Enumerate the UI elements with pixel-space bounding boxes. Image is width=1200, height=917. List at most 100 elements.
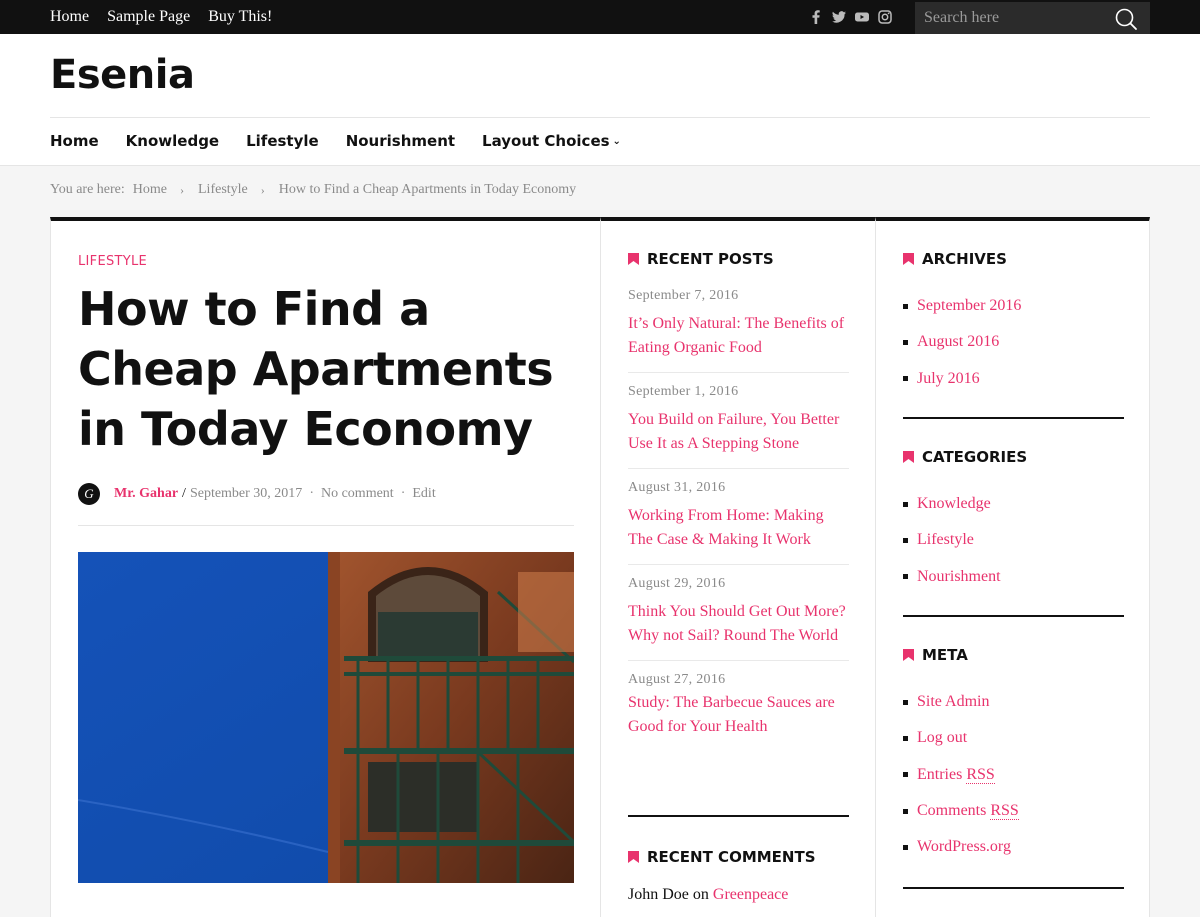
rss-abbr: RSS [990, 802, 1019, 821]
sidebar-recent: RECENT POSTS September 7, 2016 It’s Only… [600, 217, 875, 917]
list-item: Nourishment [903, 559, 1124, 595]
nav-layout-choices-label: Layout Choices [482, 132, 610, 150]
list-item: September 7, 2016 It’s Only Natural: The… [628, 288, 849, 373]
post-author[interactable]: Mr. Gahar [114, 486, 178, 502]
logout-link[interactable]: Log out [917, 729, 967, 747]
recent-post-link[interactable]: You Build on Failure, You Better Use It … [628, 408, 849, 456]
bullet-icon [903, 376, 908, 382]
bullet-icon [903, 501, 908, 507]
breadcrumb-separator-icon: › [260, 182, 265, 197]
list-item: Comments RSS [903, 793, 1124, 829]
list-item: July 2016 [903, 361, 1124, 397]
list-item: September 1, 2016 You Build on Failure, … [628, 384, 849, 469]
widget-divider [903, 887, 1124, 889]
recent-comment-item: John Doe on Greenpeace [628, 886, 849, 904]
breadcrumb-prefix: You are here: [50, 182, 125, 197]
archive-link[interactable]: July 2016 [917, 370, 980, 388]
post-comments-link[interactable]: No comment [321, 486, 394, 502]
nav-layout-choices[interactable]: Layout Choices ⌄ [482, 132, 621, 150]
comments-rss-link[interactable]: Comments RSS [917, 802, 1019, 821]
search-box [915, 2, 1150, 34]
category-link[interactable]: Lifestyle [917, 531, 974, 549]
top-link-buy-this[interactable]: Buy This! [208, 8, 272, 26]
bullet-icon [903, 303, 908, 309]
nav-lifestyle[interactable]: Lifestyle [246, 132, 319, 150]
main-nav: Home Knowledge Lifestyle Nourishment Lay… [50, 132, 648, 150]
search-input[interactable] [915, 2, 1110, 34]
bullet-icon [903, 339, 908, 345]
rss-abbr: RSS [966, 765, 995, 784]
recent-posts-title-label: RECENT POSTS [647, 250, 774, 268]
article-panel: LIFESTYLE How to Find a Cheap Apartments… [50, 217, 600, 917]
bullet-icon [903, 844, 908, 850]
recent-post-link[interactable]: Working From Home: Making The Case & Mak… [628, 504, 849, 552]
recent-post-link[interactable]: It’s Only Natural: The Benefits of Eatin… [628, 312, 849, 360]
bullet-icon [903, 699, 908, 705]
header-divider [50, 117, 1150, 118]
entries-rss-link[interactable]: Entries RSS [917, 765, 995, 784]
list-item: WordPress.org [903, 829, 1124, 865]
breadcrumb: You are here: Home › Lifestyle › How to … [50, 182, 584, 198]
categories-title: CATEGORIES [903, 448, 1124, 466]
bookmark-icon [903, 451, 914, 463]
top-bar: Home Sample Page Buy This! [0, 0, 1200, 34]
recent-post-date: August 29, 2016 [628, 576, 726, 591]
meta-slash: / [182, 486, 186, 501]
category-link[interactable]: Nourishment [917, 568, 1001, 586]
top-link-sample-page[interactable]: Sample Page [107, 8, 190, 26]
recent-post-link[interactable]: Study: The Barbecue Sauces are Good for … [628, 691, 849, 739]
comment-on: on [692, 886, 709, 903]
recent-post-link[interactable]: Think You Should Get Out More? Why not S… [628, 600, 849, 648]
meta-dot: · [309, 486, 314, 501]
avatar[interactable]: G [78, 483, 100, 505]
recent-comments-widget: RECENT COMMENTS John Doe on Greenpeace [628, 848, 849, 904]
featured-image [78, 552, 574, 883]
twitter-icon[interactable] [831, 9, 847, 25]
breadcrumb-home[interactable]: Home [133, 182, 167, 198]
list-item: Knowledge [903, 486, 1124, 522]
bullet-icon [903, 537, 908, 543]
wordpress-link[interactable]: WordPress.org [917, 838, 1011, 856]
category-link[interactable]: Knowledge [917, 495, 991, 513]
bullet-icon [903, 574, 908, 580]
comment-author: John Doe [628, 886, 689, 903]
archive-link[interactable]: August 2016 [917, 333, 999, 351]
site-admin-link[interactable]: Site Admin [917, 693, 989, 711]
categories-widget: CATEGORIES Knowledge Lifestyle Nourishme… [903, 448, 1124, 595]
breadcrumb-lifestyle[interactable]: Lifestyle [198, 182, 248, 198]
post-meta: G Mr. Gahar / September 30, 2017 · No co… [78, 483, 436, 505]
top-link-home[interactable]: Home [50, 8, 89, 26]
recent-comments-title: RECENT COMMENTS [628, 848, 849, 866]
instagram-icon[interactable] [877, 9, 893, 25]
categories-title-label: CATEGORIES [922, 448, 1028, 466]
recent-post-date: September 7, 2016 [628, 288, 739, 303]
post-title: How to Find a Cheap Apartments in Today … [78, 282, 554, 456]
list-item: Site Admin [903, 684, 1124, 720]
archives-title: ARCHIVES [903, 250, 1124, 268]
site-logo[interactable]: Esenia [50, 52, 195, 98]
facebook-icon[interactable] [808, 9, 824, 25]
bullet-icon [903, 735, 908, 741]
widget-divider [628, 815, 849, 817]
social-icons [808, 0, 893, 34]
post-edit-link[interactable]: Edit [412, 486, 435, 502]
comment-post-link[interactable]: Greenpeace [713, 886, 789, 903]
archive-link[interactable]: September 2016 [917, 297, 1021, 315]
entries-label: Entries [917, 765, 963, 783]
search-icon[interactable] [1114, 7, 1138, 31]
recent-posts-list: September 7, 2016 It’s Only Natural: The… [628, 288, 849, 751]
archives-widget: ARCHIVES September 2016 August 2016 July… [903, 250, 1124, 397]
recent-post-date: August 31, 2016 [628, 480, 726, 495]
nav-home[interactable]: Home [50, 132, 99, 150]
bullet-icon [903, 808, 908, 814]
nav-knowledge[interactable]: Knowledge [126, 132, 219, 150]
sidebar-archives: ARCHIVES September 2016 August 2016 July… [875, 217, 1150, 917]
meta-list: Site Admin Log out Entries RSS Comments … [903, 684, 1124, 865]
bullet-icon [903, 772, 908, 778]
recent-post-date: August 27, 2016 [628, 672, 726, 687]
site-header: Esenia Home Knowledge Lifestyle Nourishm… [0, 34, 1200, 166]
youtube-icon[interactable] [854, 9, 870, 25]
nav-nourishment[interactable]: Nourishment [346, 132, 455, 150]
post-date[interactable]: September 30, 2017 [190, 486, 302, 502]
post-category[interactable]: LIFESTYLE [78, 254, 147, 269]
